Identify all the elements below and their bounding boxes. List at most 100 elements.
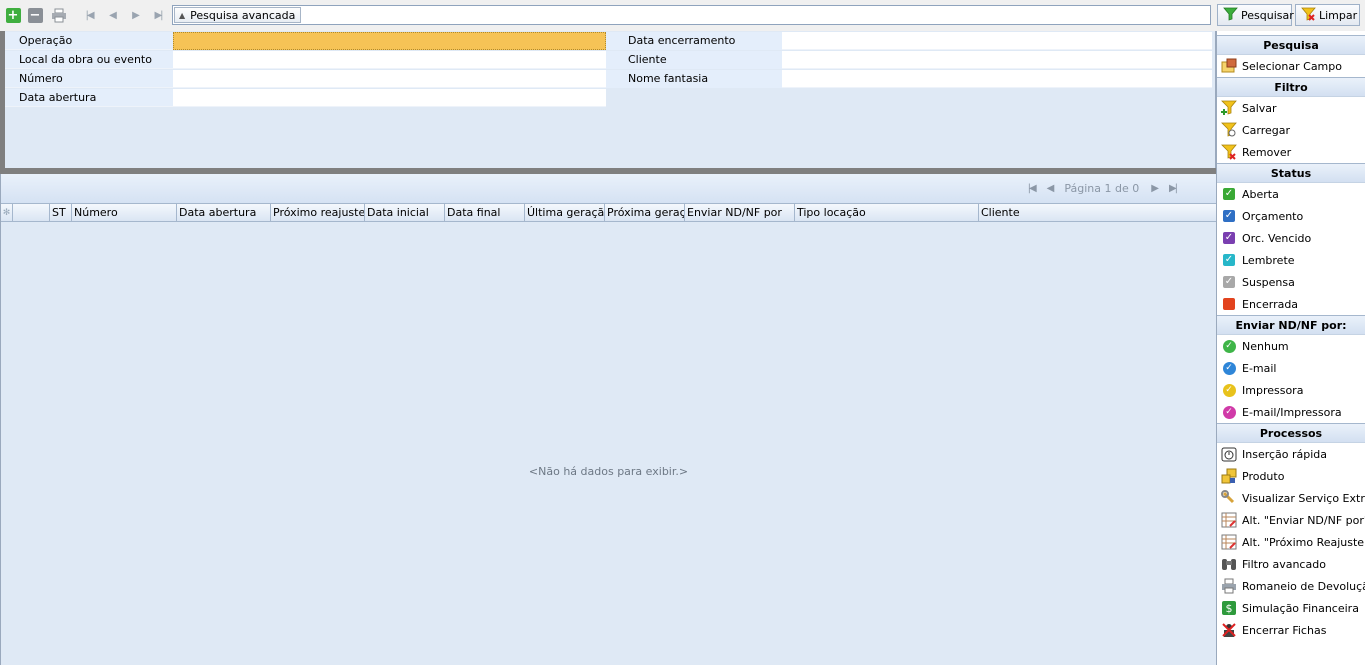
side-item-selecionar-campo[interactable]: Selecionar Campo	[1217, 55, 1365, 77]
side-item-label: E-mail	[1242, 361, 1277, 375]
last-record-button[interactable]: ▶|	[150, 7, 166, 23]
select-all-icon[interactable]: ✻	[1, 204, 13, 222]
side-item-label: Romaneio de Devolução	[1242, 579, 1365, 593]
column-header[interactable]: Última geração	[525, 204, 605, 222]
field-row-operacao: Operação	[5, 32, 606, 50]
side-item-nenhum[interactable]: ✓ Nenhum	[1217, 335, 1365, 357]
column-header[interactable]: ST	[50, 204, 72, 222]
side-item-salvar[interactable]: Salvar	[1217, 97, 1365, 119]
section-header-enviar: Enviar ND/NF por:	[1217, 315, 1365, 335]
side-item-servico-extra[interactable]: Visualizar Serviço Extra	[1217, 487, 1365, 509]
side-item-produto[interactable]: Produto	[1217, 465, 1365, 487]
side-item-aberta[interactable]: ✓ Aberta	[1217, 183, 1365, 205]
column-header[interactable]: Enviar ND/NF por	[685, 204, 795, 222]
side-item-suspensa[interactable]: ✓ Suspensa	[1217, 271, 1365, 293]
section-header-processos: Processos	[1217, 423, 1365, 443]
add-button[interactable]: +	[5, 7, 21, 23]
next-record-button[interactable]: ▶	[127, 7, 143, 23]
pesquisar-label: Pesquisar	[1241, 8, 1294, 22]
pesquisar-button[interactable]: Pesquisar	[1217, 4, 1294, 26]
side-item-orc-vencido[interactable]: ✓ Orc. Vencido	[1217, 227, 1365, 249]
status-check-icon: ✓	[1223, 254, 1235, 266]
remove-button[interactable]: −	[27, 7, 43, 23]
column-header[interactable]: Próximo reajuste	[271, 204, 365, 222]
side-item-romaneio[interactable]: Romaneio de Devolução	[1217, 575, 1365, 597]
field-label: Data encerramento	[606, 32, 782, 50]
column-header[interactable]: Cliente	[979, 204, 1216, 222]
side-item-carregar[interactable]: Carregar	[1217, 119, 1365, 141]
circle-check-icon: ✓	[1221, 338, 1237, 354]
printer-icon	[1221, 578, 1237, 594]
side-item-alt-reajuste[interactable]: Alt. "Próximo Reajuste"	[1217, 531, 1365, 553]
side-item-label: Salvar	[1242, 101, 1277, 115]
column-header[interactable]: Data inicial	[365, 204, 445, 222]
side-item-orcamento[interactable]: ✓ Orçamento	[1217, 205, 1365, 227]
operacao-field[interactable]	[173, 32, 606, 50]
side-item-insercao-rapida[interactable]: Inserção rápida	[1217, 443, 1365, 465]
cliente-field[interactable]	[782, 51, 1212, 69]
first-page-icon[interactable]: |◀	[1028, 183, 1037, 194]
field-row-nome-fantasia: Nome fantasia	[606, 70, 1212, 88]
first-record-button[interactable]: |◀	[81, 7, 97, 23]
advanced-search-button[interactable]: ▲ Pesquisa avancada	[174, 7, 302, 23]
data-encerramento-field[interactable]	[782, 32, 1212, 50]
side-item-impressora[interactable]: ✓ Impressora	[1217, 379, 1365, 401]
side-item-lembrete[interactable]: ✓ Lembrete	[1217, 249, 1365, 271]
section-header-pesquisa: Pesquisa	[1217, 35, 1365, 55]
column-header[interactable]: Próxima geração	[605, 204, 685, 222]
field-label: Cliente	[606, 51, 782, 69]
triangle-up-icon: ▲	[179, 10, 186, 20]
side-item-label: Orçamento	[1242, 209, 1304, 223]
column-header[interactable]: Data final	[445, 204, 525, 222]
status-check-icon: ✓	[1223, 188, 1235, 200]
field-label: Operação	[5, 32, 173, 50]
side-item-label: E-mail/Impressora	[1242, 405, 1342, 419]
print-button[interactable]	[51, 7, 67, 23]
side-item-simulacao[interactable]: $ Simulação Financeira	[1217, 597, 1365, 619]
side-item-encerrar-fichas[interactable]: Encerrar Fichas	[1217, 619, 1365, 641]
circle-check-icon: ✓	[1221, 360, 1237, 376]
section-header-filtro: Filtro	[1217, 77, 1365, 97]
prev-page-icon[interactable]: ◀	[1047, 183, 1055, 194]
field-row-cliente: Cliente	[606, 51, 1212, 69]
field-label: Data abertura	[5, 89, 173, 107]
field-label: Local da obra ou evento	[5, 51, 173, 69]
side-item-encerrada[interactable]: Encerrada	[1217, 293, 1365, 315]
prev-icon: ◀	[109, 9, 117, 21]
svg-text:$: $	[1226, 602, 1233, 615]
side-item-filtro-avancado[interactable]: Filtro avancado	[1217, 553, 1365, 575]
data-abertura-field[interactable]	[173, 89, 606, 107]
side-item-label: Impressora	[1242, 383, 1304, 397]
prev-record-button[interactable]: ◀	[104, 7, 120, 23]
side-item-email[interactable]: ✓ E-mail	[1217, 357, 1365, 379]
side-item-label: Alt. "Enviar ND/NF por"	[1242, 513, 1365, 527]
column-header[interactable]: Data abertura	[177, 204, 271, 222]
last-page-icon[interactable]: ▶|	[1169, 183, 1178, 194]
side-item-remover[interactable]: Remover	[1217, 141, 1365, 163]
side-item-email-impressora[interactable]: ✓ E-mail/Impressora	[1217, 401, 1365, 423]
grid-body[interactable]: <Não há dados para exibir.>	[1, 222, 1216, 665]
status-check-icon: ✓	[1223, 232, 1235, 244]
limpar-button[interactable]: Limpar	[1295, 4, 1360, 26]
printer-icon	[52, 8, 66, 23]
side-item-label: Nenhum	[1242, 339, 1289, 353]
column-header[interactable]: Número	[72, 204, 177, 222]
field-row-data-encerramento: Data encerramento	[606, 32, 1212, 50]
status-square-icon	[1221, 296, 1237, 312]
field-label: Número	[5, 70, 173, 88]
search-input[interactable]: ▲ Pesquisa avancada	[172, 5, 1211, 25]
next-page-icon[interactable]: ▶	[1151, 183, 1159, 194]
minus-icon: −	[27, 7, 43, 23]
column-header[interactable]: Tipo locação	[795, 204, 979, 222]
filter-icon	[1223, 6, 1238, 24]
local-obra-field[interactable]	[173, 51, 606, 69]
filter-remove-icon	[1221, 144, 1237, 160]
money-icon: $	[1221, 600, 1237, 616]
column-header-blank[interactable]	[13, 204, 50, 222]
nome-fantasia-field[interactable]	[782, 70, 1212, 88]
filter-load-icon	[1221, 122, 1237, 138]
numero-field[interactable]	[173, 70, 606, 88]
side-item-alt-enviar[interactable]: Alt. "Enviar ND/NF por"	[1217, 509, 1365, 531]
pager: |◀ ◀ Página 1 de 0 ▶ ▶|	[1, 174, 1216, 203]
search-form: Operação Local da obra ou evento Número …	[0, 31, 1216, 169]
